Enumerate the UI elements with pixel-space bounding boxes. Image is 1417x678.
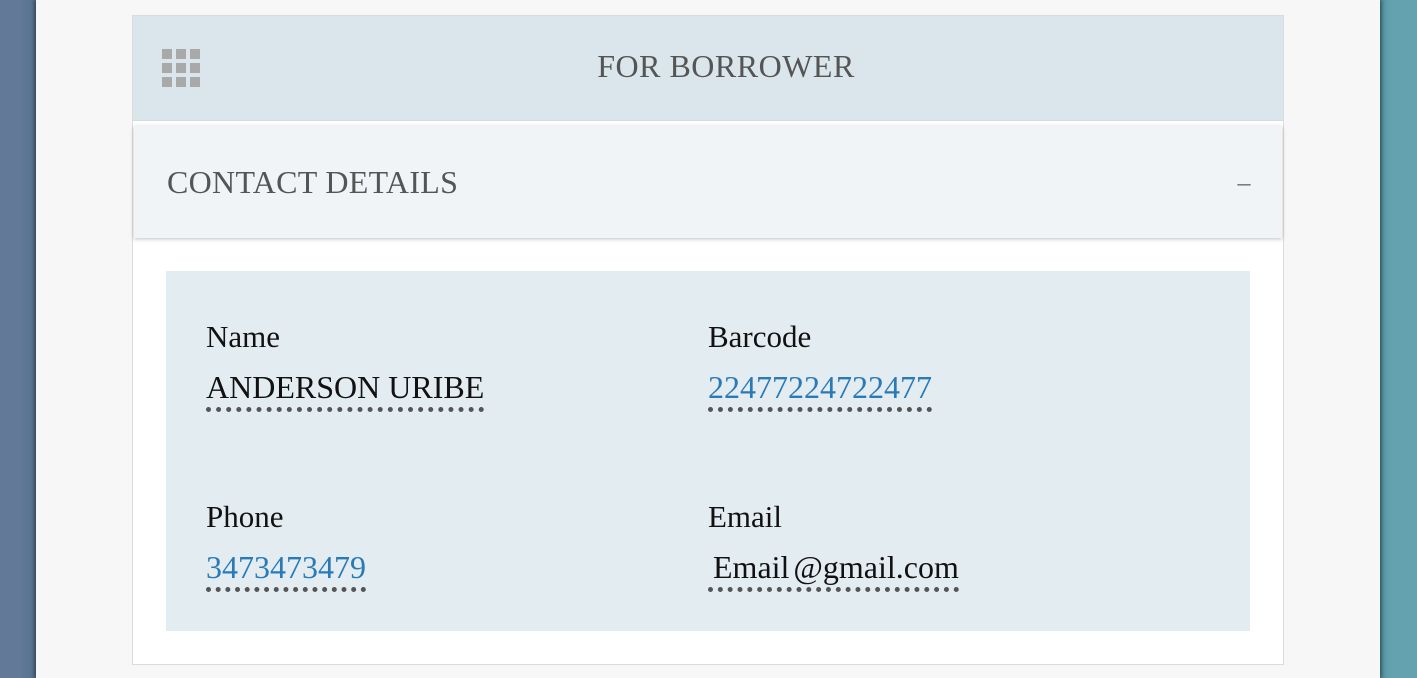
borrower-card: FOR BORROWER CONTACT DETAILS – Name ANDE… [132,15,1284,665]
page-container: FOR BORROWER CONTACT DETAILS – Name ANDE… [36,0,1380,678]
barcode-link[interactable]: 22477224722477 [708,369,932,412]
phone-link[interactable]: 3473473479 [206,549,366,592]
phone-field: Phone 3473473479 [206,499,366,592]
name-field: Name ANDERSON URIBE [206,319,485,412]
contact-details-header[interactable]: CONTACT DETAILS – [134,126,1282,238]
collapse-button[interactable]: – [1224,168,1264,198]
right-backdrop [1377,0,1417,678]
phone-label: Phone [206,499,284,534]
email-user: Email [713,549,790,585]
email-domain: @gmail.com [793,549,959,585]
barcode-field: Barcode 22477224722477 [708,319,932,412]
email-label: Email [708,499,783,534]
card-header: FOR BORROWER [133,16,1283,121]
contact-details-panel: Name ANDERSON URIBE Barcode 224772247224… [166,271,1250,631]
section-title: CONTACT DETAILS [167,164,459,200]
name-value: ANDERSON URIBE [206,369,485,412]
page-title: FOR BORROWER [597,48,855,84]
email-link[interactable]: Email @gmail.com [708,549,959,592]
name-label: Name [206,319,281,354]
barcode-label: Barcode [708,319,812,354]
email-field: Email Email @gmail.com [708,499,959,592]
